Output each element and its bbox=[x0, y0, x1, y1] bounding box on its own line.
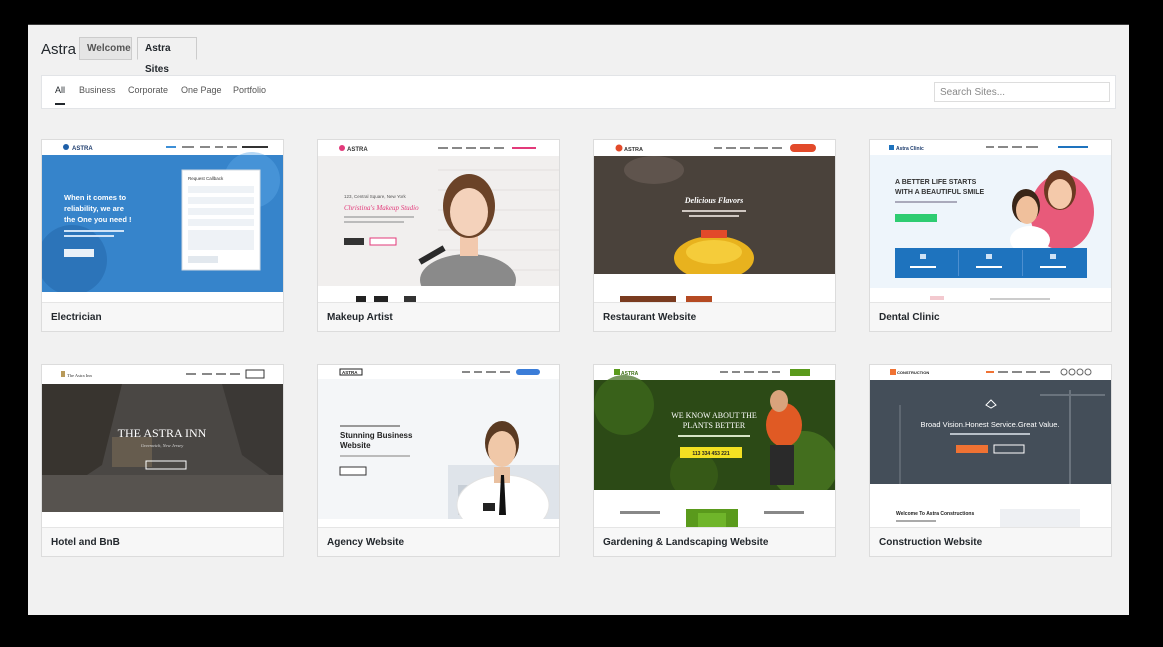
app-window: Astra Welcome Astra Sites All Business C… bbox=[28, 24, 1129, 615]
hero-headline-line2: Website bbox=[340, 441, 371, 450]
site-logo: The Astra Inn bbox=[67, 373, 92, 378]
site-name: Hotel and BnB bbox=[42, 527, 283, 556]
filter-bar: All Business Corporate One Page Portfoli… bbox=[41, 75, 1116, 109]
site-preview-hotel-bnb: The Astra Inn THE ASTRA INN Greenwich, N… bbox=[42, 365, 283, 527]
site-card-hotel-bnb[interactable]: The Astra Inn THE ASTRA INN Greenwich, N… bbox=[41, 364, 284, 557]
tab-welcome[interactable]: Welcome bbox=[79, 37, 132, 60]
tab-astra-sites[interactable]: Astra Sites bbox=[137, 37, 197, 75]
hero-address: 123, Central Square, New York bbox=[344, 194, 407, 199]
hero-headline: Christina's Makeup Studio bbox=[344, 204, 419, 212]
hero-headline-line3: the One you need ! bbox=[64, 215, 132, 224]
site-name: Restaurant Website bbox=[594, 302, 835, 331]
hero-headline-line2: reliability, we are bbox=[64, 204, 124, 213]
site-logo: ASTRA bbox=[624, 147, 643, 153]
site-card-restaurant[interactable]: ASTRA Delicious Flavors Restaurant Websi… bbox=[593, 139, 836, 332]
filter-all[interactable]: All bbox=[55, 85, 66, 105]
hero-headline-line2: WITH A BEAUTIFUL SMILE bbox=[895, 189, 985, 196]
filter-one-page[interactable]: One Page bbox=[181, 85, 222, 105]
site-name: Construction Website bbox=[870, 527, 1111, 556]
site-preview-construction: CONSTRUCTION Broad Vision.Honest Service… bbox=[870, 365, 1111, 527]
site-preview-gardening: ASTRA WE KNOW ABOUT THE PLANTS BETTER 11… bbox=[594, 365, 835, 527]
hero-headline-line1: When it comes to bbox=[64, 193, 127, 202]
hero-phone: 113 334 453 221 bbox=[692, 451, 729, 457]
welcome-heading: Welcome To Astra Constructions bbox=[896, 511, 974, 517]
filter-business[interactable]: Business bbox=[79, 85, 116, 105]
hero-headline-line1: A BETTER LIFE STARTS bbox=[895, 179, 977, 186]
site-preview-makeup-artist: ASTRA 123, Central Square, New York Chri… bbox=[318, 140, 559, 302]
hero-headline: Broad Vision.Honest Service.Great Value. bbox=[921, 420, 1060, 429]
hero-headline: THE ASTRA INN bbox=[118, 426, 207, 440]
search-input[interactable] bbox=[934, 82, 1110, 102]
site-logo: ASTRA bbox=[342, 370, 358, 375]
site-name: Agency Website bbox=[318, 527, 559, 556]
app-title: Astra bbox=[41, 41, 77, 58]
site-card-dental-clinic[interactable]: Astra Clinic A BETTER LIFE STARTS WITH A… bbox=[869, 139, 1112, 332]
site-logo: Astra Clinic bbox=[896, 146, 924, 152]
site-preview-electrician: ASTRA When it comes to reliability, we a… bbox=[42, 140, 283, 302]
site-preview-dental-clinic: Astra Clinic A BETTER LIFE STARTS WITH A… bbox=[870, 140, 1111, 302]
site-name: Dental Clinic bbox=[870, 302, 1111, 331]
site-logo: CONSTRUCTION bbox=[897, 370, 929, 375]
callback-form-title: Request Callback bbox=[188, 176, 224, 181]
site-preview-agency: ASTRA Stunning Business Website bbox=[318, 365, 559, 527]
site-card-construction[interactable]: CONSTRUCTION Broad Vision.Honest Service… bbox=[869, 364, 1112, 557]
hero-headline-line1: Stunning Business bbox=[340, 431, 413, 440]
site-name: Gardening & Landscaping Website bbox=[594, 527, 835, 556]
hero-headline-line1: WE KNOW ABOUT THE bbox=[671, 411, 757, 420]
site-card-electrician[interactable]: ASTRA When it comes to reliability, we a… bbox=[41, 139, 284, 332]
site-name: Electrician bbox=[42, 302, 283, 331]
site-card-agency[interactable]: ASTRA Stunning Business Website Agency W… bbox=[317, 364, 560, 557]
filter-corporate[interactable]: Corporate bbox=[128, 85, 168, 105]
site-logo: ASTRA bbox=[347, 147, 368, 153]
site-preview-restaurant: ASTRA Delicious Flavors bbox=[594, 140, 835, 302]
site-name: Makeup Artist bbox=[318, 302, 559, 331]
filter-portfolio[interactable]: Portfolio bbox=[233, 85, 266, 105]
site-card-makeup-artist[interactable]: ASTRA 123, Central Square, New York Chri… bbox=[317, 139, 560, 332]
hero-headline-line2: PLANTS BETTER bbox=[683, 421, 746, 430]
site-logo: ASTRA bbox=[72, 146, 93, 152]
hero-headline: Delicious Flavors bbox=[684, 196, 743, 205]
site-card-gardening[interactable]: ASTRA WE KNOW ABOUT THE PLANTS BETTER 11… bbox=[593, 364, 836, 557]
